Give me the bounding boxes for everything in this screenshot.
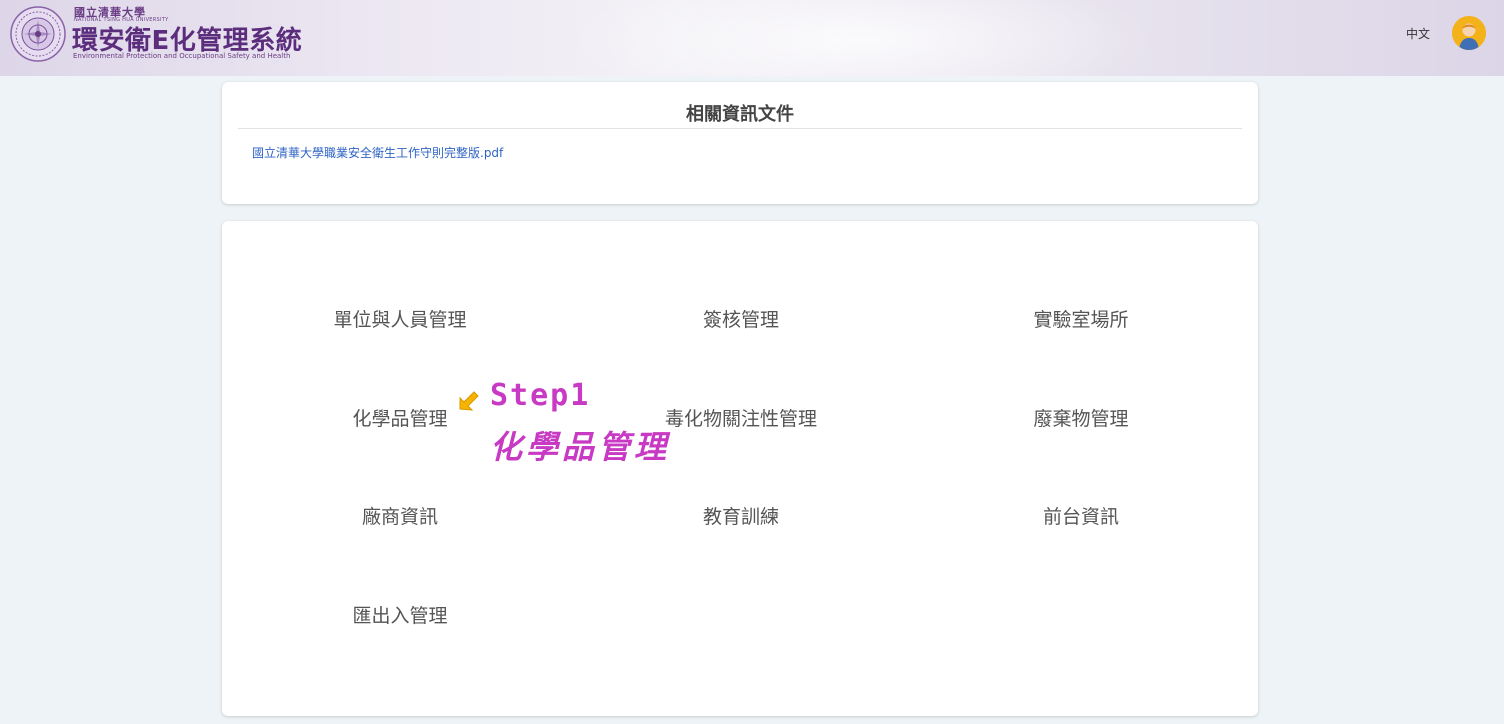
annotation-name: 化學品管理 [490, 428, 671, 466]
related-documents-card: 相關資訊文件 國立清華大學職業安全衛生工作守則完整版.pdf [222, 82, 1258, 204]
user-avatar-icon [1452, 16, 1486, 50]
document-link-safety-rules[interactable]: 國立清華大學職業安全衛生工作守則完整版.pdf [252, 144, 503, 161]
user-avatar[interactable] [1452, 16, 1486, 50]
header-background-wash [560, 0, 1160, 76]
documents-title: 相關資訊文件 [686, 104, 794, 125]
language-switch[interactable]: 中文 [1406, 25, 1430, 42]
app-header: 國立清華大學 NATIONAL TSING HUA UNIVERSITY 環安衛… [0, 0, 1504, 76]
function-menu-card: 單位與人員管理 簽核管理 實驗室場所 化學品管理 毒化物關注性管理 廢棄物管理 … [222, 221, 1258, 716]
app-subtitle: Environmental Protection and Occupationa… [73, 52, 291, 60]
menu-unit-personnel[interactable]: 單位與人員管理 [270, 305, 530, 332]
annotation-step: Step1 [490, 378, 591, 413]
documents-divider [238, 128, 1242, 129]
menu-vendor[interactable]: 廠商資訊 [270, 502, 530, 529]
annotation-arrow-icon [459, 391, 479, 411]
menu-waste[interactable]: 廢棄物管理 [951, 404, 1211, 431]
university-seal-icon[interactable] [10, 6, 66, 62]
menu-approval[interactable]: 簽核管理 [611, 305, 871, 332]
menu-laboratory[interactable]: 實驗室場所 [951, 305, 1211, 332]
menu-import-export[interactable]: 匯出入管理 [270, 601, 530, 628]
menu-training[interactable]: 教育訓練 [611, 502, 871, 529]
menu-frontend-info[interactable]: 前台資訊 [951, 502, 1211, 529]
